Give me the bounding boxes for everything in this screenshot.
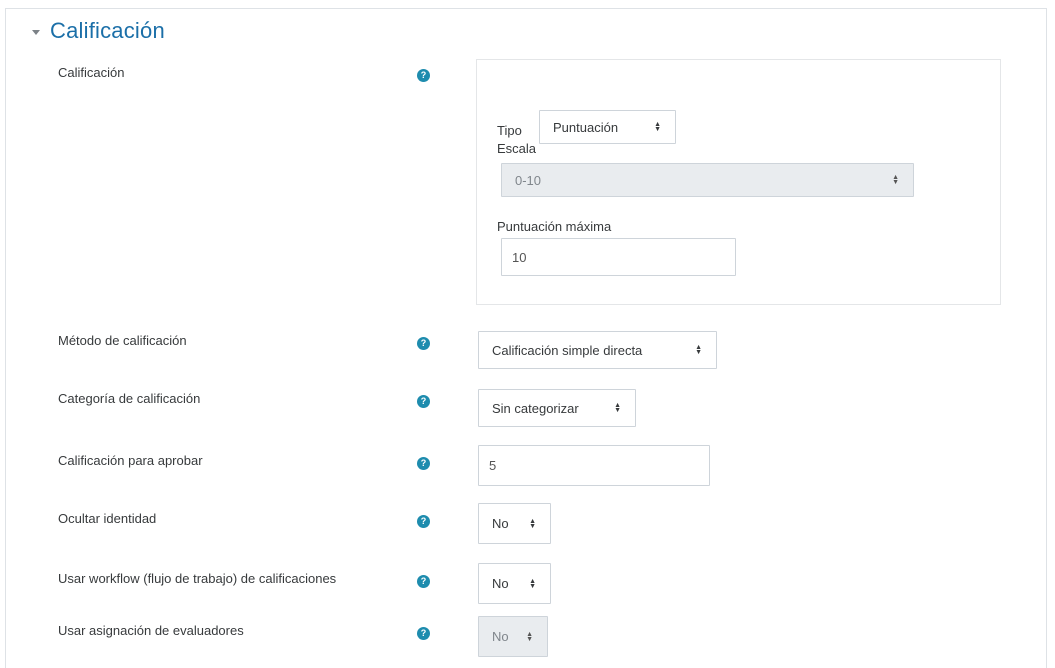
- asignacion-select[interactable]: No ▲ ▼: [478, 616, 548, 657]
- updown-arrows-icon: ▲ ▼: [529, 577, 536, 590]
- help-icon[interactable]: [417, 457, 430, 470]
- workflow-select[interactable]: No ▲ ▼: [478, 563, 551, 604]
- escala-value: 0-10: [515, 172, 542, 188]
- tipo-label: Tipo: [497, 123, 522, 138]
- workflow-value: No: [492, 576, 509, 591]
- aprobar-label: Calificación para aprobar: [58, 453, 203, 468]
- categoria-value: Sin categorizar: [492, 400, 579, 416]
- updown-arrows-icon: ▲ ▼: [614, 402, 621, 414]
- tipo-select[interactable]: Puntuación ▲ ▼: [539, 110, 676, 144]
- section-title: Calificación: [50, 18, 165, 43]
- tipo-value: Puntuación: [553, 119, 619, 135]
- ocultar-value: No: [492, 516, 509, 531]
- ocultar-select[interactable]: No ▲ ▼: [478, 503, 551, 544]
- aprobar-value: 5: [489, 458, 497, 473]
- categoria-select[interactable]: Sin categorizar ▲ ▼: [478, 389, 636, 427]
- asignacion-label: Usar asignación de evaluadores: [58, 623, 244, 638]
- max-label: Puntuación máxima: [497, 219, 612, 234]
- grade-label: Calificación: [58, 65, 125, 80]
- categoria-label: Categoría de calificación: [58, 391, 201, 406]
- metodo-label: Método de calificación: [58, 333, 187, 348]
- help-icon[interactable]: [417, 515, 430, 528]
- max-score-value: 10: [512, 249, 527, 265]
- updown-arrows-icon: ▲ ▼: [526, 630, 533, 643]
- metodo-value: Calificación simple directa: [492, 342, 643, 358]
- help-icon[interactable]: [417, 69, 430, 82]
- asignacion-value: No: [492, 629, 509, 644]
- updown-arrows-icon: ▲ ▼: [654, 121, 661, 133]
- help-icon[interactable]: [417, 395, 430, 408]
- updown-arrows-icon: ▲ ▼: [695, 344, 702, 356]
- workflow-label: Usar workflow (flujo de trabajo) de cali…: [58, 571, 337, 586]
- updown-arrows-icon: ▲ ▼: [892, 174, 899, 186]
- help-icon[interactable]: [417, 337, 430, 350]
- help-icon[interactable]: [417, 627, 430, 640]
- ocultar-label: Ocultar identidad: [58, 511, 157, 526]
- escala-label: Escala: [497, 141, 537, 156]
- section-header[interactable]: Calificación: [32, 18, 165, 44]
- escala-select[interactable]: 0-10 ▲ ▼: [501, 163, 914, 197]
- metodo-select[interactable]: Calificación simple directa ▲ ▼: [478, 331, 717, 369]
- aprobar-input[interactable]: 5: [478, 445, 710, 486]
- help-icon[interactable]: [417, 575, 430, 588]
- updown-arrows-icon: ▲ ▼: [529, 517, 536, 530]
- caret-down-icon[interactable]: [32, 29, 40, 35]
- max-score-input[interactable]: 10: [501, 238, 736, 276]
